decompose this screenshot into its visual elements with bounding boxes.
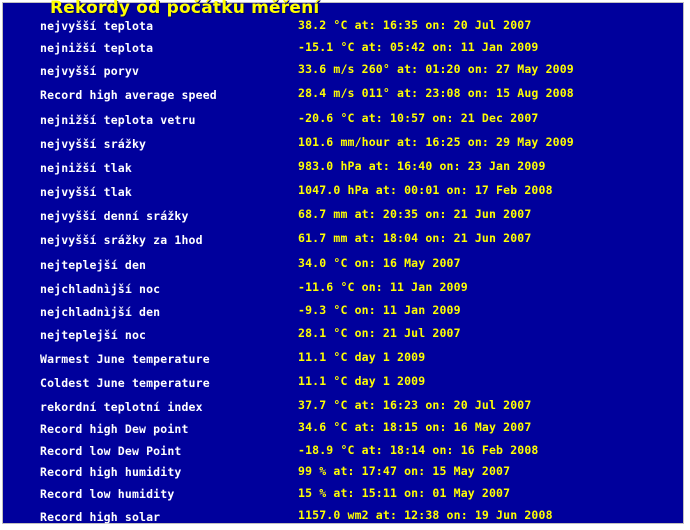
record-label-warmest-night: nejteplejší noc [40,328,147,342]
record-value-min-windchill: -20.6 °C at: 10:57 on: 21 Dec 2007 [298,111,539,125]
record-label-warmest-june: Warmest June temperature [40,352,210,366]
record-label-coldest-day: nejchladnìjší den [40,305,161,319]
record-value-coldest-day: -9.3 °C on: 11 Jan 2009 [298,303,461,317]
record-value-coldest-june: 11.1 °C day 1 2009 [298,374,426,388]
record-label-max-gust: nejvyšší poryv [40,64,140,78]
record-value-warmest-night: 28.1 °C on: 21 Jul 2007 [298,326,461,340]
record-label-min-dewpoint: Record low Dew Point [40,444,182,458]
record-value-max-gust: 33.6 m/s 260° at: 01:20 on: 27 May 2009 [298,62,574,76]
record-value-max-heat-index: 37.7 °C at: 16:23 on: 20 Jul 2007 [298,398,532,412]
record-label-max-dewpoint: Record high Dew point [40,422,189,436]
record-value-max-humidity: 99 % at: 17:47 on: 15 May 2007 [298,464,511,478]
record-label-max-heat-index: rekordní teplotní index [40,400,203,414]
record-value-max-daily-rain: 68.7 mm at: 20:35 on: 21 Jun 2007 [298,207,532,221]
record-value-min-humidity: 15 % at: 15:11 on: 01 May 2007 [298,486,511,500]
record-value-max-temp: 38.2 °C at: 16:35 on: 20 Jul 2007 [298,18,532,32]
record-value-warmest-day: 34.0 °C on: 16 May 2007 [298,256,461,270]
record-label-coldest-june: Coldest June temperature [40,376,210,390]
record-label-max-solar: Record high solar [40,510,161,524]
record-value-max-pressure: 1047.0 hPa at: 00:01 on: 17 Feb 2008 [298,183,553,197]
record-label-max-hourly-rain: nejvyšší srážky za 1hod [40,233,203,247]
record-label-min-pressure: nejnižší tlak [40,161,132,175]
record-label-max-avg-speed: Record high average speed [40,88,217,102]
record-value-max-hourly-rain: 61.7 mm at: 18:04 on: 21 Jun 2007 [298,231,532,245]
record-value-min-temp: -15.1 °C at: 05:42 on: 11 Jan 2009 [298,40,539,54]
record-label-max-daily-rain: nejvyšší denní srážky [40,209,189,223]
record-value-max-avg-speed: 28.4 m/s 011° at: 23:08 on: 15 Aug 2008 [298,86,574,100]
record-value-min-dewpoint: -18.9 °C at: 18:14 on: 16 Feb 2008 [298,443,539,457]
records-panel: Rekordy od počátku měření nejvyšší teplo… [0,0,686,526]
record-label-warmest-day: nejteplejší den [40,258,147,272]
record-label-min-humidity: Record low humidity [40,487,175,501]
page-title: Rekordy od počátku měření [50,0,320,18]
record-label-max-humidity: Record high humidity [40,465,182,479]
record-value-max-solar: 1157.0 wm2 at: 12:38 on: 19 Jun 2008 [298,508,553,522]
record-label-max-rain-rate: nejvyšší srážky [40,137,147,151]
record-label-max-temp: nejvyšší teplota [40,19,154,33]
record-label-min-windchill: nejnižší teplota vetru [40,113,196,127]
record-label-max-pressure: nejvyšší tlak [40,185,132,199]
record-label-min-temp: nejnižší teplota [40,41,154,55]
record-label-coldest-night: nejchladnìjší noc [40,282,161,296]
record-value-warmest-june: 11.1 °C day 1 2009 [298,350,426,364]
record-value-max-dewpoint: 34.6 °C at: 18:15 on: 16 May 2007 [298,420,532,434]
record-value-min-pressure: 983.0 hPa at: 16:40 on: 23 Jan 2009 [298,159,546,173]
record-value-coldest-night: -11.6 °C on: 11 Jan 2009 [298,280,468,294]
record-value-max-rain-rate: 101.6 mm/hour at: 16:25 on: 29 May 2009 [298,135,574,149]
